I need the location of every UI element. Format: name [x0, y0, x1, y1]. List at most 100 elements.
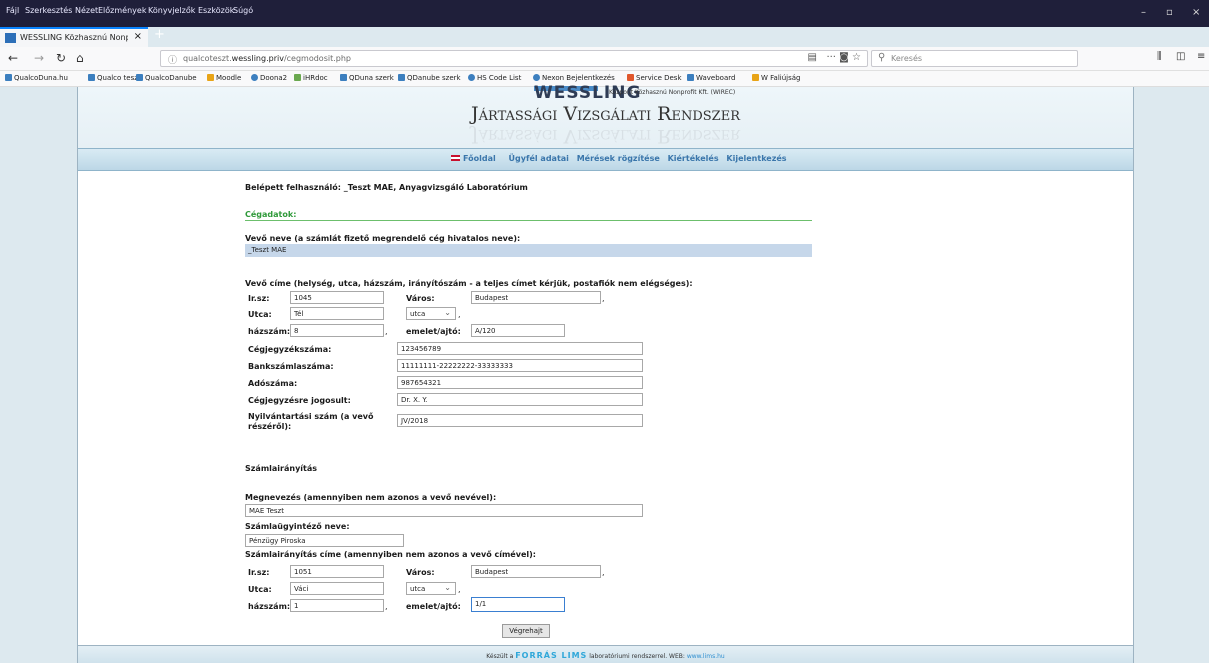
flag-icon[interactable] [451, 155, 460, 161]
comma: , [458, 585, 461, 594]
billing-varos-label: Város: [406, 568, 435, 577]
hazszam-input[interactable]: 8 [290, 324, 384, 337]
search-placeholder: Keresés [891, 54, 923, 63]
footer-brand: FORRÁS LIMS [515, 651, 588, 660]
close-window-icon[interactable]: × [1192, 7, 1200, 18]
billing-address-label: Számlairányítás címe (amennyiben nem azo… [245, 550, 536, 559]
menu-icon[interactable]: ≡ [1197, 51, 1205, 62]
billing-utca-label: Utca: [248, 585, 272, 594]
chevron-down-icon: ⌄ [444, 583, 451, 592]
emelet-input[interactable]: A/120 [471, 324, 565, 337]
page-viewport: WESSLING Központ Közhasznú Nonprofit Kft… [0, 83, 1209, 663]
billing-utca-input[interactable]: Váci [290, 582, 384, 595]
bookmark-item[interactable]: Waveboard [687, 74, 735, 82]
bookmark-item[interactable]: Qualco teszt [88, 74, 141, 82]
back-icon[interactable]: ← [8, 51, 18, 65]
billing-hazszam-label: házszám: [248, 602, 291, 611]
adoszam-label: Adószáma: [248, 379, 298, 388]
nav-home[interactable]: Főoldal [451, 154, 501, 163]
footer-web-link[interactable]: www.lims.hu [687, 653, 725, 660]
search-icon: ⚲ [878, 52, 886, 63]
bookmark-item[interactable]: Nexon Bejelentkezés [533, 74, 615, 82]
bookmark-item[interactable]: Moodle [207, 74, 241, 82]
megnev-input[interactable]: MAE Teszt [245, 504, 643, 517]
menu-file[interactable]: Fájl [6, 6, 19, 15]
utca-input[interactable]: Tél [290, 307, 384, 320]
bookmark-item[interactable]: Service Desk [627, 74, 682, 82]
main-nav: Főoldal Ügyfél adatai Mérések rögzítése … [78, 148, 1133, 171]
info-icon[interactable]: ⓘ [168, 53, 177, 66]
reload-icon[interactable]: ↻ [56, 51, 66, 65]
bookmark-item[interactable]: Doona2 [251, 74, 287, 82]
company-name: Központ Közhasznú Nonprofit Kft. (WIREC) [609, 89, 736, 96]
billing-hazszam-input[interactable]: 1 [290, 599, 384, 612]
menu-help[interactable]: Súgó [233, 6, 253, 15]
nav-evaluation[interactable]: Kiértékelés [668, 154, 719, 163]
emelet-label: emelet/ajtó: [406, 327, 461, 336]
home-icon[interactable]: ⌂ [76, 51, 84, 65]
menu-edit[interactable]: Szerkesztés [25, 6, 72, 15]
tab-title: WESSLING Közhasznú Nonprof [20, 33, 128, 42]
search-input[interactable]: ⚲ Keresés [871, 50, 1078, 67]
buyer-name-label: Vevő neve (a számlát fizető megrendelő c… [245, 234, 521, 243]
footer: Készült a FORRÁS LIMS laboratóriumi rend… [78, 645, 1133, 663]
bookmark-item[interactable]: QualcoDanube [136, 74, 197, 82]
new-tab-icon[interactable]: + [154, 27, 165, 42]
footer-mid: laboratóriumi rendszerrel. WEB: [589, 653, 685, 660]
bookmark-item[interactable]: QDuna szerk [340, 74, 394, 82]
nav-measurements[interactable]: Mérések rögzítése [577, 154, 660, 163]
irsz-input[interactable]: 1045 [290, 291, 384, 304]
bookmark-item[interactable]: iHRdoc [294, 74, 328, 82]
cegjegyzek-input[interactable]: 123456789 [397, 342, 643, 355]
system-title: Jártassági Vizsgálati Rendszer [471, 103, 740, 125]
hazszam-label: házszám: [248, 327, 291, 336]
nyilv-input[interactable]: JV/2018 [397, 414, 643, 427]
buyer-name-field[interactable]: _Teszt MAE [245, 244, 812, 257]
bankszamla-input[interactable]: 11111111-22222222-33333333 [397, 359, 643, 372]
library-icon[interactable]: ⫼ [1157, 51, 1162, 62]
billing-varos-input[interactable]: Budapest [471, 565, 601, 578]
forward-icon[interactable]: → [34, 51, 44, 65]
jogosult-input[interactable]: Dr. X. Y. [397, 393, 643, 406]
close-tab-icon[interactable]: × [134, 31, 142, 42]
menu-tools[interactable]: Eszközök [198, 6, 234, 15]
bookmark-item[interactable]: QualcoDuna.hu [5, 74, 68, 82]
menu-view[interactable]: Nézet [75, 6, 98, 15]
page-container: WESSLING Központ Közhasznú Nonprofit Kft… [77, 83, 1134, 663]
varos-input[interactable]: Budapest [471, 291, 601, 304]
buyer-address-label: Vevő címe (helység, utca, házszám, irány… [245, 279, 693, 288]
billing-emelet-input[interactable]: 1/1 [471, 597, 565, 612]
comma: , [385, 327, 388, 336]
nav-client-data[interactable]: Ügyfél adatai [509, 154, 569, 163]
billing-utca-type-select[interactable]: utca ⌄ [406, 582, 456, 595]
browser-tab[interactable]: WESSLING Közhasznú Nonprof × [0, 27, 148, 47]
menu-history[interactable]: Előzmények [98, 6, 146, 15]
sidebar-icon[interactable]: ◫ [1176, 51, 1185, 62]
varos-label: Város: [406, 294, 435, 303]
url-bar[interactable]: ⓘ qualcoteszt.wessling.priv/cegmodosit.p… [160, 50, 868, 67]
billing-irsz-input[interactable]: 1051 [290, 565, 384, 578]
ugyintezo-input[interactable]: Pénzügy Piroska [245, 534, 404, 547]
nav-bar: ← → ↻ ⌂ ⓘ qualcoteszt.wessling.priv/cegm… [0, 47, 1209, 71]
section-divider [245, 220, 812, 221]
url-text: qualcoteszt.wessling.priv/cegmodosit.php [183, 54, 351, 63]
submit-button[interactable]: Végrehajt [502, 624, 550, 638]
page-actions-icon[interactable]: ▤ ··· ◙ ☆ [807, 52, 861, 63]
comma: , [602, 568, 605, 577]
chevron-down-icon: ⌄ [444, 308, 451, 317]
footer-prefix: Készült a [486, 653, 514, 660]
menu-bookmarks[interactable]: Könyvjelzők [148, 6, 195, 15]
adoszam-input[interactable]: 987654321 [397, 376, 643, 389]
bookmark-item[interactable]: HS Code List [468, 74, 521, 82]
bookmark-item[interactable]: QDanube szerk [398, 74, 461, 82]
utca-type-select[interactable]: utca ⌄ [406, 307, 456, 320]
minimize-icon[interactable]: – [1141, 7, 1146, 18]
title-bar: Fájl Szerkesztés Nézet Előzmények Könyvj… [0, 0, 1209, 27]
nav-logout[interactable]: Kijelentkezés [726, 154, 786, 163]
nyilv-label-line2: részéről): [248, 422, 292, 431]
bookmark-item[interactable]: W Faliújság [752, 74, 800, 82]
comma: , [385, 602, 388, 611]
site-header: WESSLING Központ Közhasznú Nonprofit Kft… [78, 83, 1133, 148]
billing-irsz-label: Ir.sz: [248, 568, 270, 577]
maximize-icon[interactable]: ▫ [1166, 7, 1173, 18]
